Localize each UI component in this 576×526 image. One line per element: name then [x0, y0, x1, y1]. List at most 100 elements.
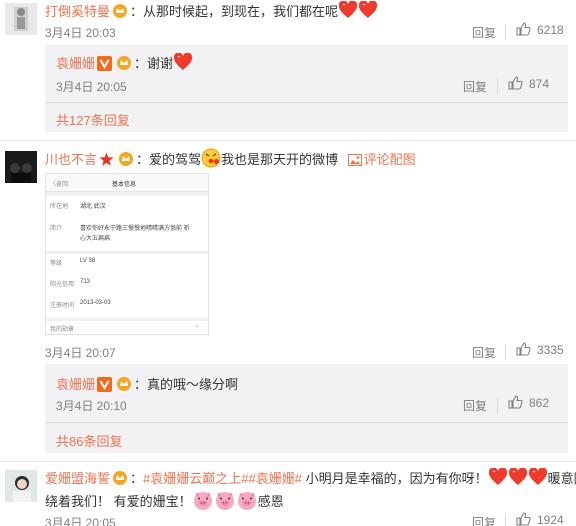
- comment-text-4: 绕着我们！ 有爱的姗宝！: [45, 494, 192, 509]
- timestamp: 3月4日 20:10: [56, 399, 127, 413]
- image-icon: [347, 154, 362, 169]
- thumb-val: 713: [80, 279, 91, 285]
- heart-icon: [508, 467, 528, 489]
- like-icon: [516, 512, 531, 526]
- avatar[interactable]: [5, 151, 37, 183]
- like-icon: [508, 76, 523, 93]
- comment-text: ：爱的驾驾: [136, 152, 202, 167]
- comment-text: ：从那时候起，到现在，我们都在呢: [130, 4, 339, 19]
- reply-button[interactable]: 回复: [472, 24, 496, 41]
- author-name[interactable]: 袁姗姗: [56, 56, 95, 71]
- comment-body-line-2: 绕着我们！ 有爱的姗宝！ 感恩: [45, 490, 284, 513]
- reply-body: 袁姗姗 ：真的哦～缘分啊: [56, 374, 238, 395]
- vip-crown-icon[interactable]: [116, 376, 132, 395]
- thumb-key: 所在地: [50, 204, 69, 210]
- hashtag-link[interactable]: #袁姗姗#: [249, 471, 302, 486]
- thumb-val: 湖北 武汉: [80, 204, 106, 210]
- like-count: 874: [529, 77, 550, 91]
- comment-text: ：: [130, 471, 144, 486]
- like-button[interactable]: 3335: [516, 342, 564, 359]
- timestamp: 3月4日 20:05: [56, 80, 127, 94]
- like-count: 862: [529, 396, 550, 410]
- like-icon: [516, 22, 531, 39]
- timestamp: 3月4日 20:03: [45, 26, 116, 40]
- heart-icon: [488, 467, 508, 489]
- thumb-info-block: 所在地 湖北 武汉 简介 喜欢你好永宁路三慢慢地晴晴满方翁前 祈 心大五扁扁: [46, 196, 208, 251]
- verified-v-icon[interactable]: [97, 377, 113, 395]
- thumb-stats-block: 等级 LV 38 阳光信用 713 注册时间 2013-03-03: [46, 254, 208, 318]
- heart-icon: [528, 467, 548, 489]
- like-count: 6218: [537, 23, 564, 37]
- reply-text: ：真的哦～缘分啊: [134, 377, 239, 392]
- thumb-key: 阳光信用: [50, 282, 75, 288]
- more-replies-link[interactable]: 共86条回复: [56, 431, 122, 450]
- comment-text-2: 我也是那天开的微博: [221, 152, 339, 167]
- thumb-val: 2013-03-03: [80, 300, 111, 306]
- more-replies-link[interactable]: 共127条回复: [56, 110, 130, 129]
- comment-text-3: 暖意围: [547, 471, 576, 486]
- pig-face-icon: [214, 490, 236, 513]
- timestamp: 3月4日 20:07: [45, 346, 116, 360]
- vip-crown-icon[interactable]: [118, 151, 134, 170]
- comment-3: 爱姗盟海誓 ：#袁姗姗云巅之上##袁姗姗# 小明月是幸福的，因为有你呀！ 暖意围 绕…: [0, 462, 576, 526]
- thumb-val: LV 38: [80, 258, 96, 264]
- like-icon: [508, 395, 523, 412]
- comment-2: 川也不言 ：爱的驾驾 我也是那天开的微博 评论配图 〈返回 基本信息 所在地 湖北 …: [0, 141, 576, 361]
- thumb-val: 心大五扁扁: [80, 236, 111, 242]
- reply-button[interactable]: 回复: [463, 78, 487, 95]
- comment-image-link[interactable]: 评论配图: [342, 152, 416, 167]
- action-separator: [497, 397, 498, 413]
- verified-v-icon[interactable]: [97, 56, 113, 74]
- thumb-title: 基本信息: [112, 182, 137, 188]
- action-separator: [497, 78, 498, 94]
- pig-face-icon: [192, 490, 214, 513]
- author-name[interactable]: 爱姗盟海誓: [45, 471, 110, 486]
- divider: [45, 422, 568, 423]
- divider: [45, 102, 568, 103]
- comment-text-5: 感恩: [257, 494, 284, 509]
- thumb-badge-row: 我的勋章 ›: [46, 321, 208, 334]
- reply-button[interactable]: 回复: [472, 514, 496, 526]
- heart-icon: [358, 0, 378, 22]
- author-name[interactable]: 川也不言: [45, 152, 97, 167]
- avatar[interactable]: [5, 3, 37, 35]
- vip-crown-icon[interactable]: [116, 55, 132, 74]
- like-icon: [516, 342, 531, 359]
- action-separator: [505, 514, 506, 526]
- pig-face-icon: [236, 490, 258, 513]
- comment-text-2: 小明月是幸福的，因为有你呀！: [301, 471, 488, 486]
- thumb-arrow: ›: [196, 324, 198, 330]
- action-separator: [505, 344, 506, 360]
- reply-button[interactable]: 回复: [472, 344, 496, 361]
- author-name[interactable]: 打倒奚特曼: [45, 4, 110, 19]
- thumb-key: 简介: [50, 226, 63, 232]
- vip-crown-icon[interactable]: [112, 470, 128, 489]
- thumb-val: 喜欢你好永宁路三慢慢地晴晴满方翁前 祈: [80, 226, 190, 232]
- thumb-key: 注册时间: [50, 303, 75, 309]
- reply-text: ：谢谢: [134, 56, 174, 71]
- reply-button[interactable]: 回复: [463, 397, 487, 414]
- thumb-key: 我的勋章: [50, 327, 75, 333]
- star-icon[interactable]: [99, 152, 114, 170]
- image-link-label: 评论配图: [363, 152, 416, 167]
- comment-image-thumbnail[interactable]: 〈返回 基本信息 所在地 湖北 武汉 简介 喜欢你好永宁路三慢慢地晴晴满方翁前 …: [45, 173, 209, 335]
- comment-body: 打倒奚特曼 ：从那时候起，到现在，我们都在呢: [45, 0, 378, 22]
- like-count: 1924: [537, 513, 564, 526]
- comment-1: 打倒奚特曼 ：从那时候起，到现在，我们都在呢 3月4日 20:03 回复 6218: [0, 0, 576, 46]
- hashtag-link[interactable]: #袁姗姗云巅之上#: [143, 471, 248, 486]
- like-button[interactable]: 874: [508, 76, 549, 93]
- like-button[interactable]: 862: [508, 395, 549, 412]
- kiss-face-icon: [201, 148, 221, 171]
- thumb-key: 等级: [50, 261, 63, 267]
- like-button[interactable]: 6218: [516, 22, 564, 39]
- author-name[interactable]: 袁姗姗: [56, 377, 95, 392]
- heart-icon: [173, 52, 193, 74]
- comment-body: 川也不言 ：爱的驾驾 我也是那天开的微博 评论配图: [45, 148, 416, 171]
- vip-crown-icon[interactable]: [112, 3, 128, 22]
- action-separator: [505, 24, 506, 40]
- avatar[interactable]: [5, 470, 37, 502]
- reply-box: 袁姗姗 ：谢谢 3月4日 20:05 回复 874 共127条回复: [45, 45, 568, 132]
- like-button[interactable]: 1924: [516, 512, 564, 526]
- timestamp: 3月4日 20:05: [45, 516, 116, 526]
- reply-box: 袁姗姗 ：真的哦～缘分啊 3月4日 20:10 回复 862 共86条回复: [45, 364, 568, 453]
